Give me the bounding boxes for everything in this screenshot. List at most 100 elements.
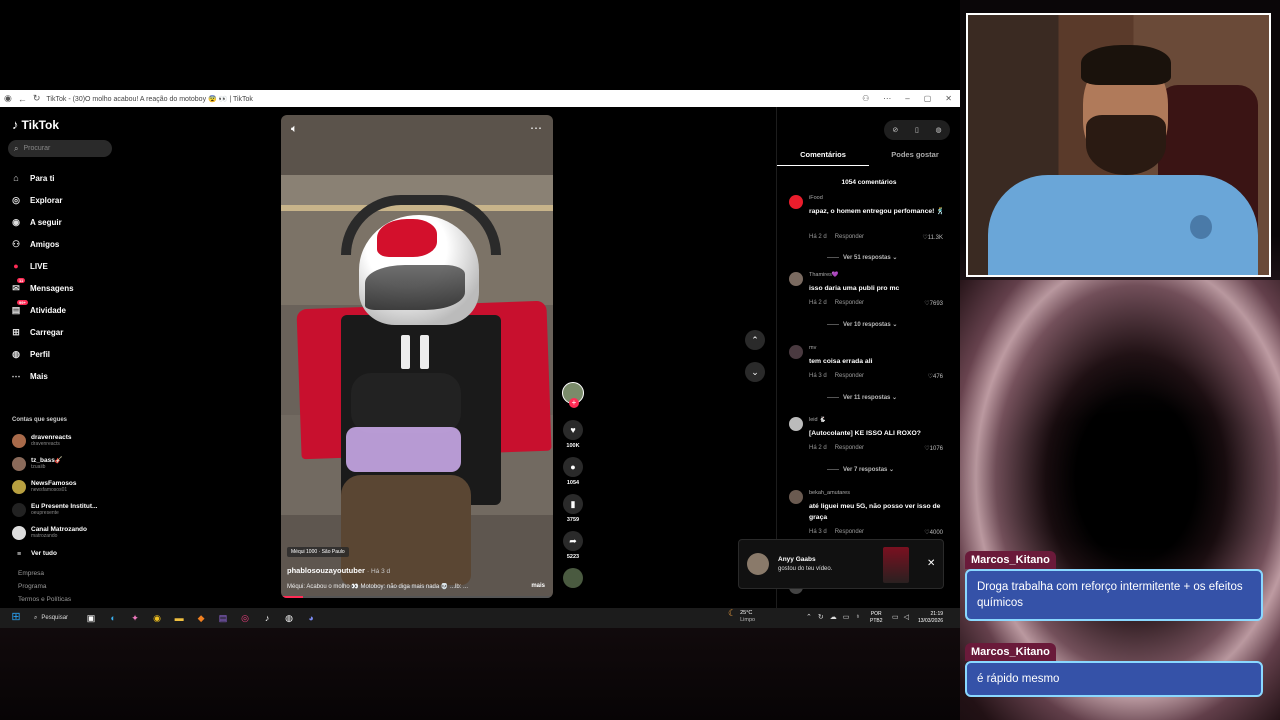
maximize-icon[interactable]: ▢ [924, 94, 932, 103]
reply-button[interactable]: Responder [835, 529, 864, 535]
weather-widget[interactable]: ☾ 25°C Limpo [728, 609, 755, 624]
windows-start-icon[interactable]: ⊞ [8, 610, 24, 626]
close-icon[interactable]: ✕ [945, 94, 952, 103]
previous-video-button[interactable]: ⌃ [745, 330, 765, 350]
caption-more-link[interactable]: mais [531, 583, 545, 589]
comment-user[interactable]: leid 🐇 [809, 417, 826, 423]
comment-button[interactable]: ● [563, 457, 583, 477]
edge-icon[interactable]: ◐ [106, 613, 120, 624]
reload-icon[interactable]: ↻ [33, 93, 41, 104]
system-clock[interactable]: 21:19 13/03/2026 [918, 611, 943, 625]
close-icon[interactable]: ✕ [927, 558, 935, 569]
comment-user[interactable]: mv [809, 345, 816, 351]
followed-account[interactable]: Eu Presente Institut... oeupresente [12, 503, 97, 517]
app-icon[interactable]: ▤ [216, 613, 230, 624]
avatar[interactable] [789, 490, 803, 504]
view-replies-button[interactable]: Ver 7 respostas ⌄ [827, 466, 894, 473]
reply-button[interactable]: Responder [835, 445, 864, 451]
phone-icon[interactable]: ▯ [915, 126, 919, 134]
follow-plus-icon[interactable]: + [569, 398, 579, 408]
comment-user[interactable]: iFood [809, 195, 823, 201]
more-options-icon[interactable]: ⋯ [530, 121, 543, 135]
app-icon[interactable]: ◆ [194, 613, 208, 624]
link-icon[interactable]: ⊘ [892, 126, 898, 134]
obs-icon[interactable]: ◍ [282, 613, 296, 624]
like-button[interactable]: ♥ [563, 420, 583, 440]
monitor-icon[interactable]: ▭ [892, 613, 899, 621]
sync-icon[interactable]: ↻ [818, 613, 824, 621]
music-disc-icon[interactable] [563, 568, 583, 588]
avatar[interactable] [789, 417, 803, 431]
avatar[interactable] [789, 272, 803, 286]
copilot-icon[interactable]: ✦ [128, 613, 142, 624]
cloud-icon[interactable]: ☁ [830, 613, 837, 621]
author-avatar[interactable]: + [562, 382, 584, 408]
see-all-link[interactable]: ≡ Ver tudo [12, 551, 57, 558]
save-button[interactable]: ▮ [563, 494, 583, 514]
like-count[interactable]: ♡7693 [924, 300, 943, 307]
video-author[interactable]: phablosouzayoutuber · Há 3 d [287, 566, 390, 575]
view-replies-button[interactable]: Ver 11 respostas ⌄ [827, 394, 897, 401]
minimize-icon[interactable]: – [905, 94, 909, 103]
sidebar-item-para-ti[interactable]: ⌂ Para ti [10, 167, 74, 189]
footer-link[interactable]: Programa [18, 580, 71, 593]
comment-user[interactable]: bekah_amutares [809, 490, 850, 496]
location-tag[interactable]: Méqui 1000 · São Paulo [287, 547, 349, 557]
like-count[interactable]: ♡11.3K [922, 234, 943, 241]
folder-icon[interactable]: ▬ [172, 613, 186, 624]
chevron-up-icon[interactable]: ⌃ [806, 613, 812, 621]
view-replies-button[interactable]: Ver 10 respostas ⌄ [827, 321, 897, 328]
followed-account[interactable]: Canal Matrozando matrozando [12, 526, 87, 540]
like-count[interactable]: ♡4000 [924, 529, 943, 536]
followed-account[interactable]: dravenreacts dravenreacts [12, 434, 71, 448]
tab-podes-gostar[interactable]: Podes gostar [869, 150, 961, 166]
reply-button[interactable]: Responder [835, 234, 864, 240]
sidebar-item-a-seguir[interactable]: ◉ A seguir [10, 211, 74, 233]
next-video-button[interactable]: ⌄ [745, 362, 765, 382]
chrome-icon[interactable]: ◉ [150, 613, 164, 624]
sidebar-item-mais[interactable]: ⋯ Mais [10, 365, 74, 387]
avatar[interactable] [789, 195, 803, 209]
sidebar-item-carregar[interactable]: ⊞ Carregar [10, 321, 74, 343]
sidebar-item-live[interactable]: ● LIVE [10, 255, 74, 277]
search-input[interactable]: ⌕ Procurar [8, 140, 112, 157]
app-tray-icon[interactable]: ▭ [843, 613, 850, 621]
profile-icon[interactable]: ⚇ [862, 94, 869, 103]
tab-comentarios[interactable]: Comentários [777, 150, 869, 166]
sidebar-item-mensagens[interactable]: ✉ 11 Mensagens [10, 277, 74, 299]
tab-title[interactable]: TikTok - (30)O molho acabou! A reação do… [46, 95, 856, 103]
discord-icon[interactable]: ◕ [304, 613, 318, 624]
footer-link[interactable]: Empresa [18, 567, 71, 580]
tiktok-logo[interactable]: ♪ TikTok [12, 117, 59, 132]
like-count[interactable]: ♡1076 [924, 445, 943, 452]
volume-icon[interactable]: 🔈︎ [291, 123, 298, 136]
like-count[interactable]: ♡476 [928, 373, 943, 380]
pause-icon[interactable] [401, 335, 429, 369]
video-progress-bar[interactable] [281, 596, 553, 598]
share-button[interactable]: ➦ [563, 531, 583, 551]
sidebar-item-perfil[interactable]: ◍ Perfil [10, 343, 74, 365]
tiktok-icon[interactable]: ♪ [260, 613, 274, 624]
mic-icon[interactable]: ♁ [855, 613, 860, 621]
comment-user[interactable]: Thamires💜 [809, 272, 839, 278]
followed-account[interactable]: tz_bass🎸 tzuaiib [12, 457, 63, 471]
video-player[interactable]: 🔈︎ ⋯ Méqui 1000 · São Paulo phablosouzay… [281, 115, 553, 598]
reply-button[interactable]: Responder [835, 373, 864, 379]
notification-toast[interactable]: Anyy Gaabs gostou do teu vídeo. ✕ [738, 539, 944, 589]
sidebar-item-amigos[interactable]: ⚇ Amigos [10, 233, 74, 255]
language-indicator[interactable]: POR PTB2 [870, 611, 883, 625]
taskbar-search[interactable]: ⌕ Pesquisar [34, 615, 68, 622]
reply-button[interactable]: Responder [835, 300, 864, 306]
footer-link[interactable]: Termos e Políticas [18, 593, 71, 606]
sidebar-item-explorar[interactable]: ◎ Explorar [10, 189, 74, 211]
volume-icon[interactable]: ◁ [904, 613, 909, 621]
back-icon[interactable]: ← [18, 94, 27, 104]
avatar[interactable] [789, 345, 803, 359]
task-view-icon[interactable]: ▣ [84, 613, 98, 624]
menu-icon[interactable]: ⋯ [883, 94, 891, 103]
view-replies-button[interactable]: Ver 51 respostas ⌄ [827, 254, 897, 261]
avatar[interactable]: ◍ [936, 126, 942, 134]
instagram-icon[interactable]: ◎ [238, 613, 252, 624]
sidebar-item-atividade[interactable]: ▤ 99+ Atividade [10, 299, 74, 321]
followed-account[interactable]: NewsFamosos newsfamosos01 [12, 480, 77, 494]
